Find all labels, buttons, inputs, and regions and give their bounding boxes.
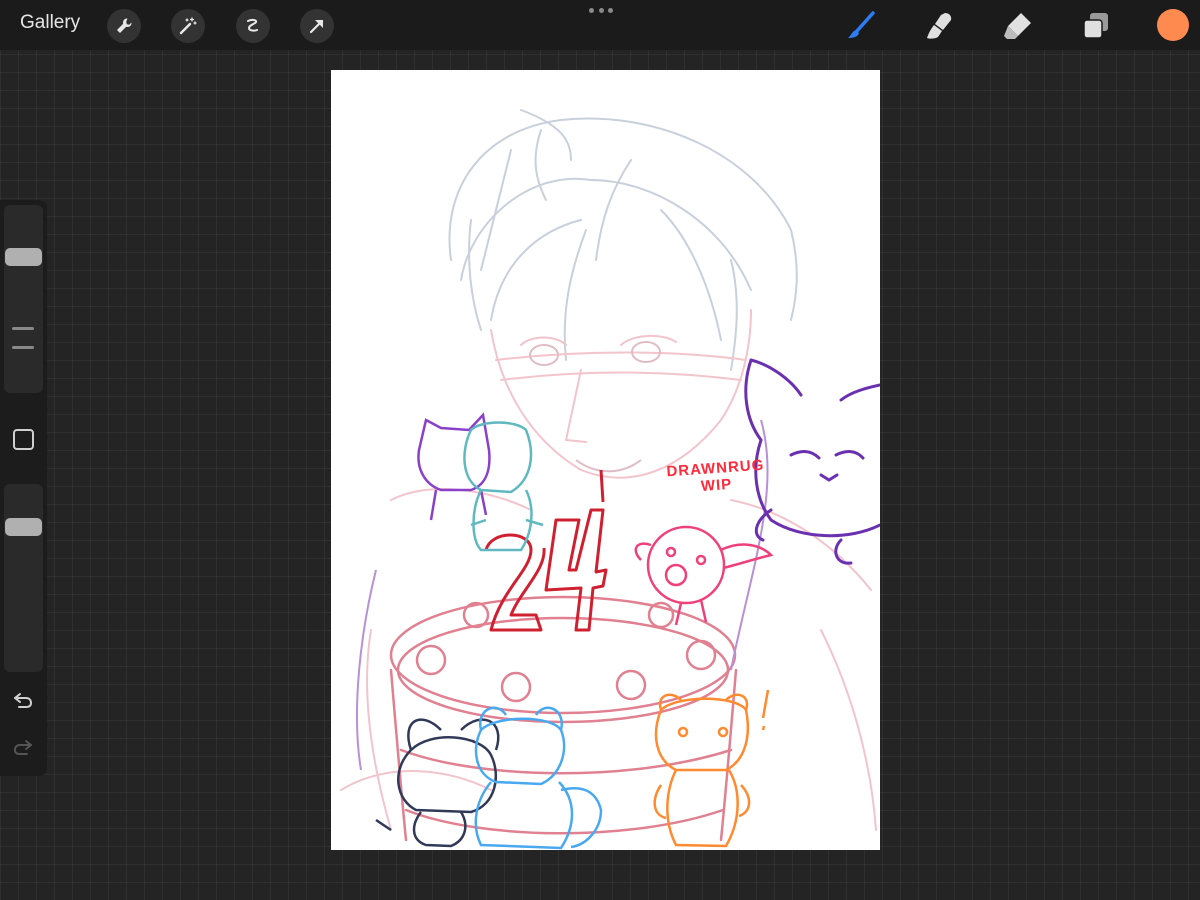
slider-tick bbox=[12, 346, 34, 349]
transform-arrow-icon bbox=[309, 19, 324, 34]
magic-wand-icon bbox=[179, 17, 197, 35]
brush-button[interactable] bbox=[843, 8, 879, 44]
layers-button[interactable] bbox=[1078, 8, 1114, 44]
adjustments-button[interactable] bbox=[171, 9, 205, 43]
opacity-thumb[interactable] bbox=[5, 518, 42, 536]
top-toolbar: Gallery bbox=[0, 0, 1200, 50]
actions-button[interactable] bbox=[107, 9, 141, 43]
left-sidebar bbox=[0, 200, 47, 776]
transform-button[interactable] bbox=[300, 9, 334, 43]
layers-icon bbox=[1083, 13, 1108, 39]
opacity-slider[interactable] bbox=[4, 484, 43, 672]
brush-size-thumb[interactable] bbox=[5, 248, 42, 266]
slider-tick bbox=[12, 327, 34, 330]
gallery-button[interactable]: Gallery bbox=[20, 12, 80, 34]
selection-button[interactable] bbox=[236, 9, 270, 43]
smudge-button[interactable] bbox=[921, 8, 957, 44]
redo-icon[interactable] bbox=[11, 735, 35, 759]
smudge-icon bbox=[927, 13, 952, 39]
drawing-canvas[interactable]: DRAWNRUG WIP bbox=[331, 70, 880, 850]
brush-size-slider[interactable] bbox=[4, 205, 43, 393]
wrench-icon bbox=[117, 18, 132, 33]
selection-icon bbox=[247, 18, 258, 32]
brush-icon bbox=[848, 11, 875, 38]
undo-icon[interactable] bbox=[11, 688, 35, 712]
toolbar-grip-handle[interactable] bbox=[589, 6, 613, 14]
modify-button[interactable] bbox=[13, 429, 34, 450]
sketch-artwork bbox=[340, 109, 880, 850]
color-picker-button[interactable] bbox=[1157, 9, 1189, 41]
eraser-icon bbox=[1004, 13, 1031, 39]
eraser-button[interactable] bbox=[1000, 8, 1036, 44]
